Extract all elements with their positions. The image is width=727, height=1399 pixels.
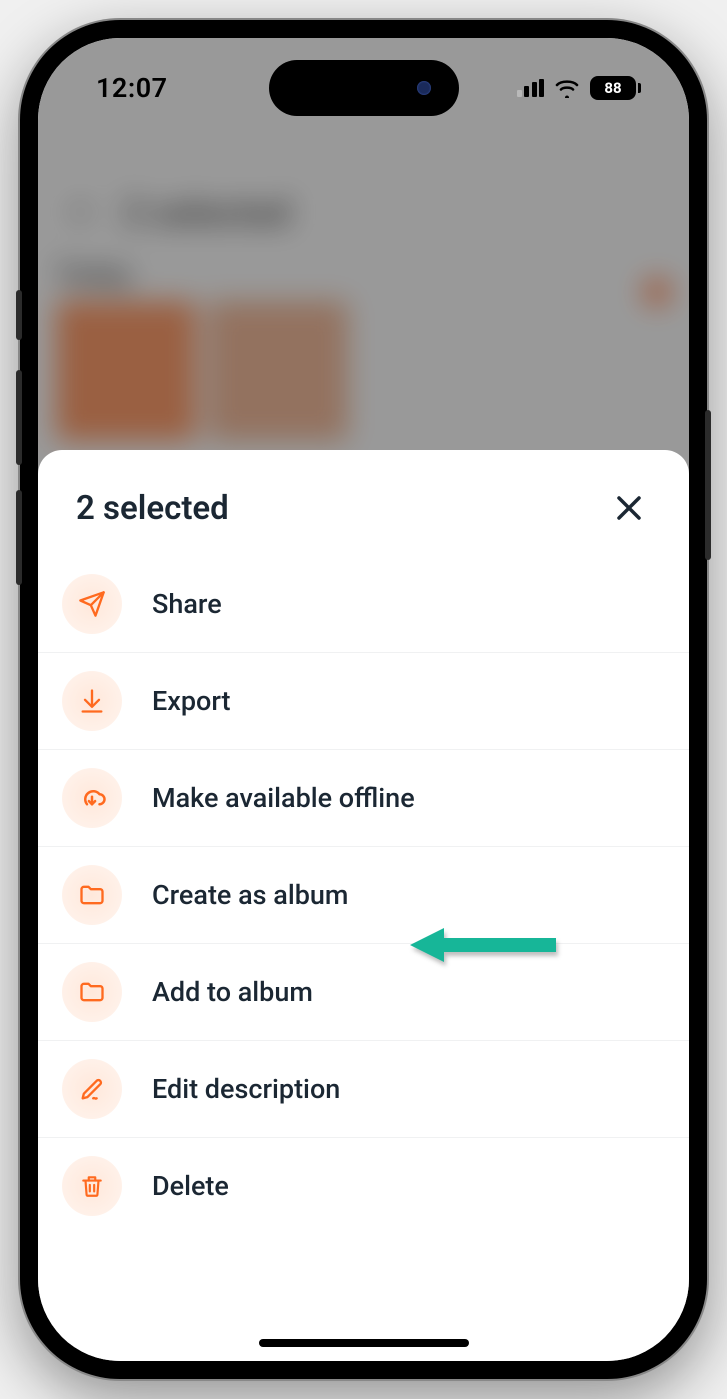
side-button <box>16 490 22 585</box>
sheet-title: 2 selected <box>76 489 229 528</box>
sheet-header: 2 selected <box>38 450 689 556</box>
pencil-icon <box>62 1059 122 1119</box>
create-as-album-item[interactable]: Create as album <box>38 847 689 944</box>
send-icon <box>62 574 122 634</box>
action-sheet: 2 selected Share <box>38 450 689 1361</box>
menu-item-label: Share <box>152 588 222 620</box>
wifi-icon <box>554 78 580 98</box>
cloud-download-icon <box>62 768 122 828</box>
close-icon <box>614 493 644 523</box>
menu-item-label: Add to album <box>152 976 313 1008</box>
add-to-album-item[interactable]: Add to album <box>38 944 689 1041</box>
battery-percent: 88 <box>590 76 636 100</box>
menu-item-label: Create as album <box>152 879 348 911</box>
home-indicator[interactable] <box>259 1339 469 1347</box>
share-item[interactable]: Share <box>38 556 689 653</box>
menu-item-label: Export <box>152 685 231 717</box>
dynamic-island <box>269 60 459 116</box>
delete-item[interactable]: Delete <box>38 1138 689 1234</box>
side-button <box>16 290 22 340</box>
close-button[interactable] <box>609 488 649 528</box>
download-icon <box>62 671 122 731</box>
menu-item-label: Make available offline <box>152 782 415 814</box>
edit-description-item[interactable]: Edit description <box>38 1041 689 1138</box>
battery-indicator: 88 <box>590 76 641 100</box>
trash-icon <box>62 1156 122 1216</box>
export-item[interactable]: Export <box>38 653 689 750</box>
action-menu: Share Export <box>38 556 689 1361</box>
annotation-arrow <box>410 923 560 971</box>
menu-item-label: Edit description <box>152 1073 340 1105</box>
folder-icon <box>62 962 122 1022</box>
status-right: 88 <box>517 76 642 100</box>
side-button <box>16 370 22 465</box>
folder-icon <box>62 865 122 925</box>
cellular-signal-icon <box>517 79 545 97</box>
screen: 12:07 88 <box>38 38 689 1361</box>
side-button <box>705 410 711 560</box>
make-available-offline-item[interactable]: Make available offline <box>38 750 689 847</box>
phone-frame: 12:07 88 <box>20 20 707 1379</box>
status-time: 12:07 <box>96 72 168 104</box>
menu-item-label: Delete <box>152 1170 229 1202</box>
